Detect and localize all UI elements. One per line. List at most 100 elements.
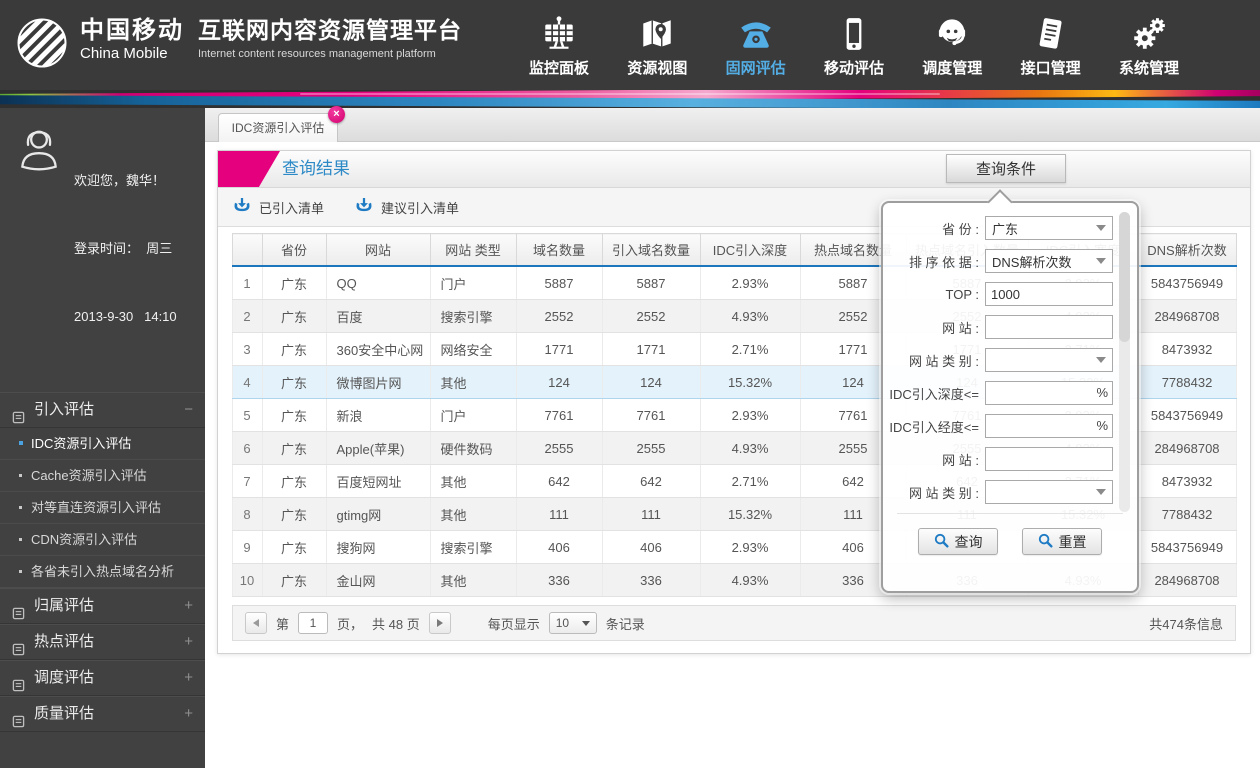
table-cell: Apple(苹果): [325, 431, 431, 465]
platform-subtitle: Internet content resources management pl…: [198, 47, 436, 60]
chevron-down-icon: [1096, 225, 1106, 231]
brand-name-en: China Mobile: [80, 44, 168, 62]
table-cell: 2.71%: [699, 332, 801, 366]
sidebar-subitem[interactable]: CDN资源引入评估: [0, 524, 205, 557]
column-header: 引入域名数量: [601, 233, 701, 267]
selected-value: 广东: [992, 221, 1019, 237]
site-input-2[interactable]: [985, 447, 1113, 471]
table-cell: 1: [231, 266, 263, 300]
table-cell: 门户: [429, 398, 517, 432]
popup-scrollbar[interactable]: [1119, 212, 1130, 512]
idc-breadth-input[interactable]: [985, 414, 1113, 438]
table-cell: 5887: [515, 266, 603, 300]
table-cell: 336: [601, 563, 701, 597]
query-button[interactable]: 查询: [918, 528, 998, 555]
query-field-label: IDC引入经度<=: [889, 419, 979, 435]
nav-item-phone[interactable]: 固网评估: [711, 13, 801, 81]
sidebar-subitem[interactable]: 对等直连资源引入评估: [0, 492, 205, 525]
reset-button-label: 重置: [1058, 533, 1087, 550]
idc-depth-input[interactable]: [985, 381, 1113, 405]
sidebar-section[interactable]: 调度评估 +: [0, 660, 205, 697]
table-cell: 284968708: [1137, 431, 1237, 465]
table-cell: 2.71%: [699, 464, 801, 498]
percent-suffix: %: [1096, 418, 1108, 433]
prev-page-button[interactable]: [245, 612, 267, 634]
search-icon: [1038, 533, 1053, 551]
total-pages: 共 48 页: [372, 616, 420, 632]
sidebar-section-label: 质量评估: [34, 705, 95, 723]
nav-label: 监控面板: [528, 60, 589, 77]
export-list-button[interactable]: 已引入清单: [232, 198, 324, 217]
table-cell: 2.93%: [699, 266, 801, 300]
tab-idc-import-evaluation[interactable]: IDC资源引入评估 ×: [218, 106, 345, 142]
table-cell: 广东: [261, 464, 327, 498]
query-conditions-button[interactable]: 查询条件: [946, 154, 1066, 183]
arrow-left-icon: [253, 619, 259, 627]
table-cell: 广东: [261, 365, 327, 399]
nav-label: 系统管理: [1118, 60, 1179, 77]
sidebar-subitem[interactable]: IDC资源引入评估: [0, 428, 205, 461]
expand-toggle-icon[interactable]: +: [184, 661, 193, 695]
table-cell: 搜索引擎: [429, 530, 517, 564]
sidebar-section[interactable]: 热点评估 +: [0, 624, 205, 661]
table-cell: 8473932: [1137, 464, 1237, 498]
table-cell: 3: [231, 332, 263, 366]
query-field-label: 网 站 :: [942, 452, 979, 468]
tab-close-icon[interactable]: ×: [328, 106, 345, 123]
page-input[interactable]: [298, 612, 329, 634]
panel-header: 查询结果 查询条件: [218, 151, 1250, 188]
expand-toggle-icon[interactable]: −: [184, 393, 193, 427]
bullet-icon: [19, 441, 23, 446]
table-cell: 15.32%: [699, 365, 801, 399]
expand-toggle-icon[interactable]: +: [184, 697, 193, 731]
reset-button[interactable]: 重置: [1022, 528, 1102, 555]
table-cell: 门户: [429, 266, 517, 300]
site-category-select[interactable]: [985, 348, 1113, 372]
nav-item-gears[interactable]: 系统管理: [1104, 13, 1194, 81]
nav-label: 移动评估: [823, 60, 884, 77]
per-page-select[interactable]: 10: [548, 612, 597, 634]
next-page-button[interactable]: [428, 612, 451, 634]
query-field-label: TOP :: [945, 286, 979, 302]
nav-item-document[interactable]: 接口管理: [1006, 13, 1096, 81]
scrollbar-thumb[interactable]: [1119, 212, 1130, 342]
sidebar-subitem[interactable]: Cache资源引入评估: [0, 460, 205, 493]
table-cell: 336: [515, 563, 603, 597]
nav-item-mobile[interactable]: 移动评估: [809, 13, 899, 81]
nav-label: 固网评估: [725, 60, 786, 77]
site-category-select-2[interactable]: [985, 480, 1113, 504]
table-cell: 4.93%: [699, 563, 801, 597]
table-cell: 7788432: [1137, 497, 1237, 531]
sidebar-section[interactable]: 引入评估 −: [0, 392, 205, 429]
query-field-row: IDC引入深度<= %: [883, 381, 1113, 405]
percent-suffix: %: [1096, 385, 1108, 400]
sort-by-select[interactable]: DNS解析次数: [985, 249, 1113, 273]
site-input[interactable]: [985, 315, 1113, 339]
table-cell: 111: [601, 497, 701, 531]
document-icon: [12, 707, 25, 741]
province-select[interactable]: 广东: [985, 216, 1113, 240]
expand-toggle-icon[interactable]: +: [184, 625, 193, 659]
china-mobile-logo-icon: [14, 15, 70, 71]
sidebar-subitem[interactable]: 各省未引入热点域名分析: [0, 556, 205, 589]
table-cell: 8: [231, 497, 263, 531]
table-cell: 7761: [601, 398, 701, 432]
nav-item-dashboard[interactable]: 监控面板: [514, 13, 604, 81]
query-field-label: 排 序 依 据 :: [908, 254, 979, 270]
nav-item-map[interactable]: 资源视图: [612, 13, 702, 81]
export-list-icon: [354, 198, 374, 216]
table-cell: 5887: [601, 266, 701, 300]
nav-label: 接口管理: [1020, 60, 1081, 77]
sidebar-section[interactable]: 归属评估 +: [0, 588, 205, 625]
sidebar-section[interactable]: 质量评估 +: [0, 696, 205, 733]
expand-toggle-icon[interactable]: +: [184, 589, 193, 623]
export-list-button[interactable]: 建议引入清单: [354, 198, 459, 217]
query-field-control: %: [985, 381, 1113, 405]
nav-item-headset[interactable]: 调度管理: [907, 13, 997, 81]
bullet-icon: [19, 474, 22, 478]
column-header: 省份: [261, 233, 327, 267]
bullet-icon: [19, 506, 22, 510]
top-input[interactable]: [985, 282, 1113, 306]
per-page-value: 10: [555, 616, 570, 630]
dashboard-icon: [514, 13, 604, 55]
